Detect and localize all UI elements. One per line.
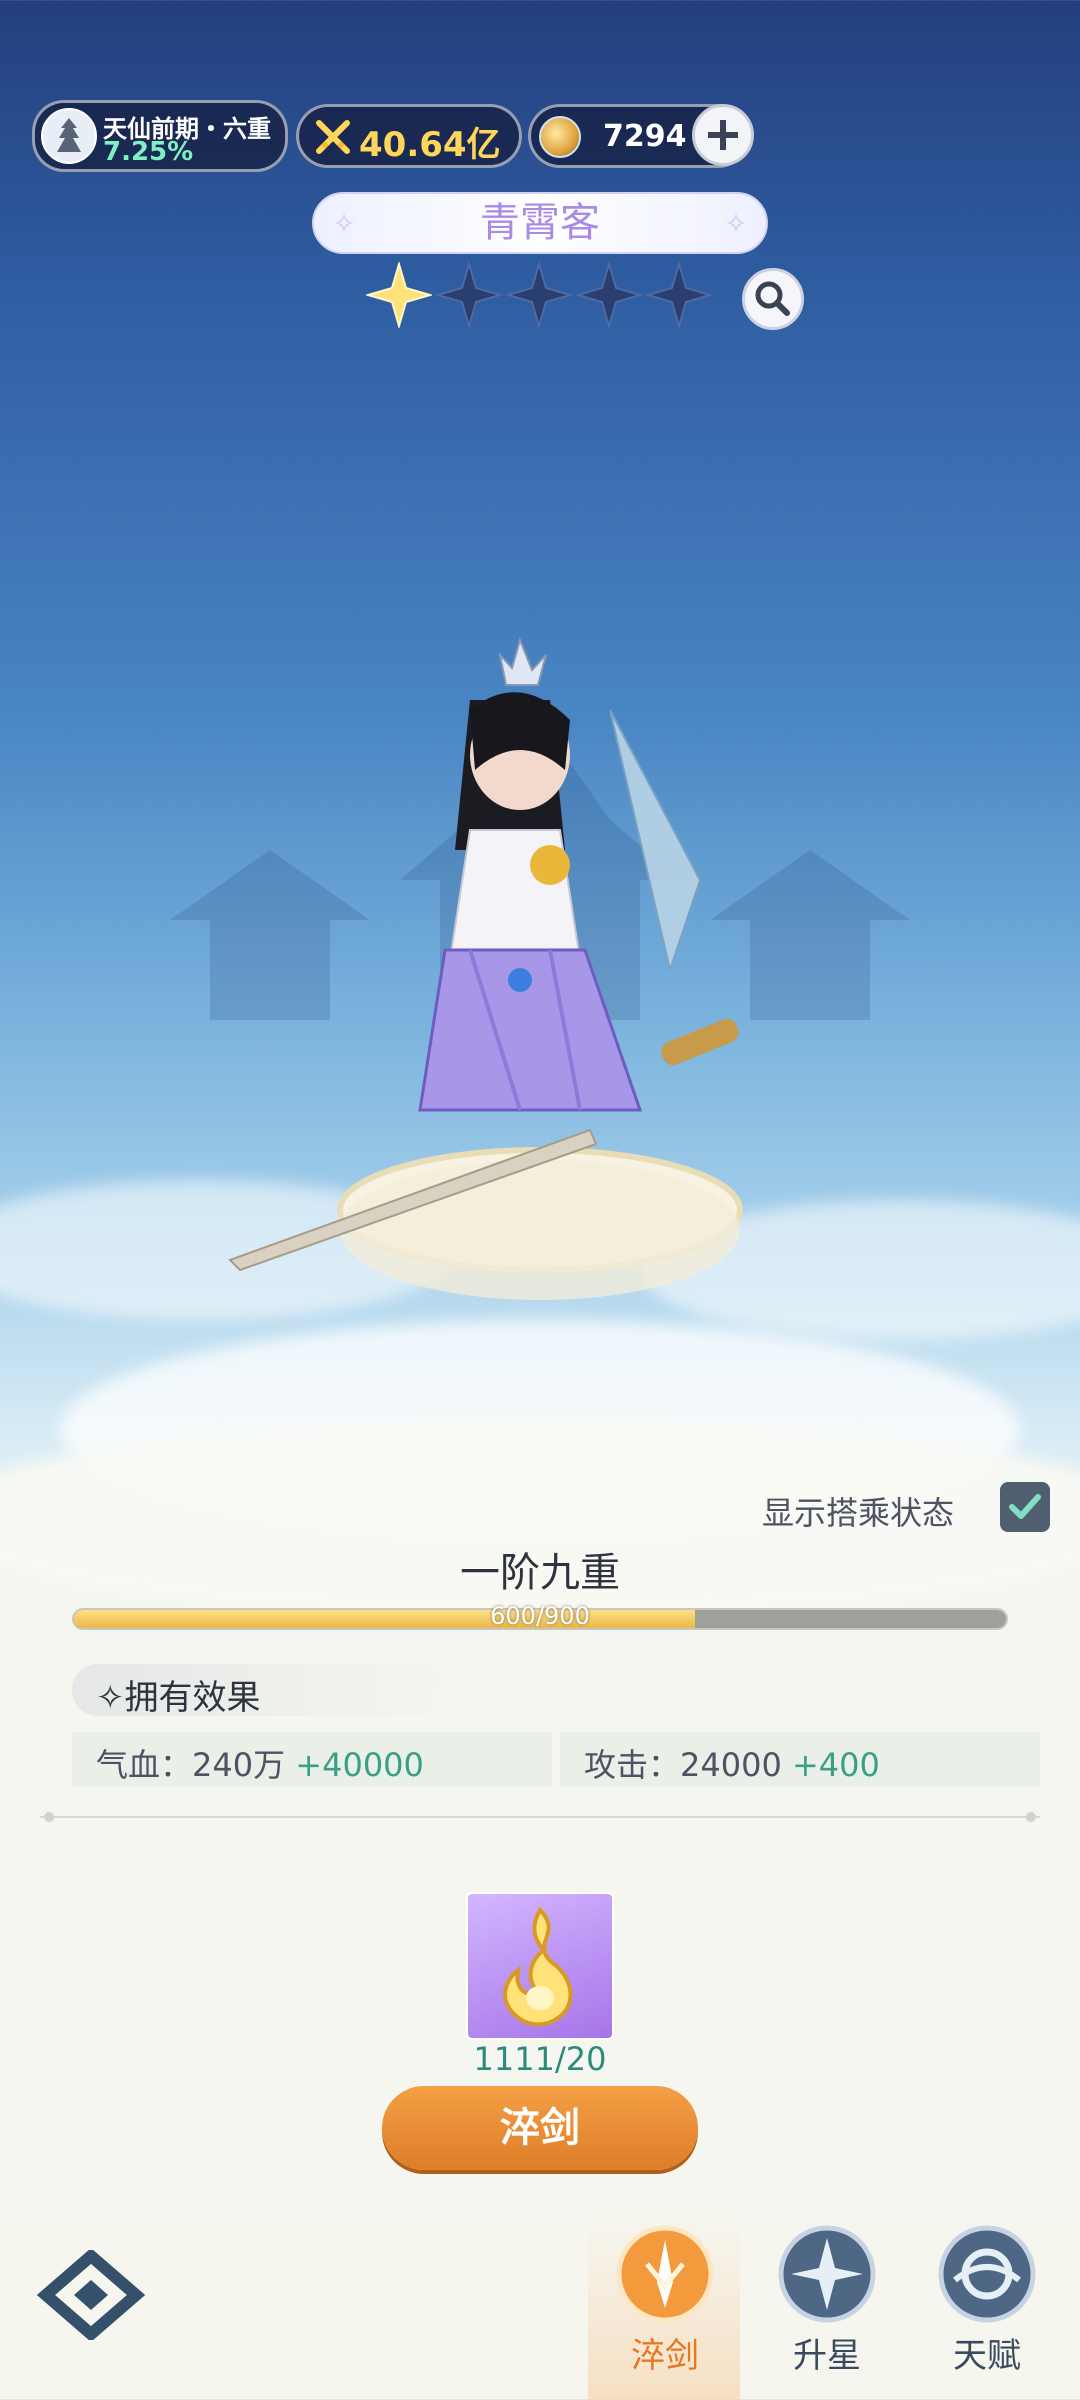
character-name: 青霄客	[480, 200, 600, 246]
material-count: 1111/20	[473, 2040, 607, 2078]
diamond-menu-icon[interactable]	[36, 2250, 146, 2340]
stage-progress-text: 600/900	[490, 1602, 590, 1630]
nav-tab-talent[interactable]: 天赋	[922, 2224, 1052, 2400]
magnifier-icon	[755, 281, 790, 316]
inspect-button[interactable]	[742, 268, 804, 330]
nav-tab-star-up-label: 升星	[793, 2336, 861, 2376]
star-empty-icon	[506, 262, 572, 328]
stat-hp-bonus: +40000	[295, 1746, 424, 1784]
diamond-deco-icon: ✧	[724, 207, 748, 240]
realm-progress: 7.25%	[103, 137, 194, 167]
star-empty-icon	[576, 262, 642, 328]
star-empty-icon	[646, 262, 712, 328]
divider-dot	[44, 1812, 54, 1822]
material-item[interactable]	[466, 1892, 614, 2040]
stage-title: 一阶九重	[460, 1550, 620, 1596]
stat-atk-value: 24000	[680, 1746, 782, 1784]
stat-atk-label: 攻击：	[584, 1746, 681, 1784]
show-mount-label: 显示搭乘状态	[762, 1494, 955, 1532]
show-mount-checkbox[interactable]	[1000, 1482, 1050, 1532]
stat-hp-value: 240万	[192, 1746, 286, 1784]
nav-tab-temper[interactable]: 淬剑	[600, 2224, 730, 2400]
effects-heading: ✧拥有效果	[96, 1670, 261, 1719]
combat-power[interactable]: 40.64亿	[296, 104, 522, 168]
character-model	[228, 636, 743, 1300]
effects-label: 拥有效果	[124, 1678, 261, 1718]
realm-status[interactable]: 天仙前期・六重 7.25%	[32, 100, 288, 172]
add-currency-button[interactable]	[692, 104, 754, 166]
talent-icon	[938, 2225, 1036, 2323]
sparkle-icon: ✧	[96, 1678, 125, 1718]
sword-temper-icon	[616, 2225, 714, 2323]
stat-hp: 气血：240万 +40000	[96, 1740, 424, 1786]
diamond-deco-icon: ✧	[332, 207, 356, 240]
stat-atk: 攻击：24000 +400	[584, 1740, 880, 1786]
spirit-coin-icon	[539, 116, 581, 158]
stat-hp-label: 气血：	[96, 1746, 193, 1784]
temper-button[interactable]: 淬剑	[382, 2086, 698, 2170]
stat-atk-bonus: +400	[791, 1746, 880, 1784]
divider-dot	[1026, 1812, 1036, 1822]
nav-tab-talent-label: 天赋	[953, 2336, 1021, 2376]
star-up-icon	[778, 2225, 876, 2323]
nav-tab-star-up[interactable]: 升星	[762, 2224, 892, 2400]
star-empty-icon	[436, 262, 502, 328]
character-name-banner: ✧ 青霄客 ✧	[312, 192, 768, 254]
golden-flame-icon	[503, 1906, 573, 2027]
divider	[40, 1816, 1040, 1818]
nav-tab-temper-label: 淬剑	[631, 2336, 699, 2376]
crossed-swords-icon	[316, 120, 350, 154]
combat-power-value: 40.64亿	[359, 125, 501, 165]
currency-amount: 7294	[603, 119, 687, 154]
check-icon	[1009, 1494, 1041, 1519]
star-filled-icon	[366, 262, 432, 328]
realm-avatar-icon	[41, 108, 97, 164]
